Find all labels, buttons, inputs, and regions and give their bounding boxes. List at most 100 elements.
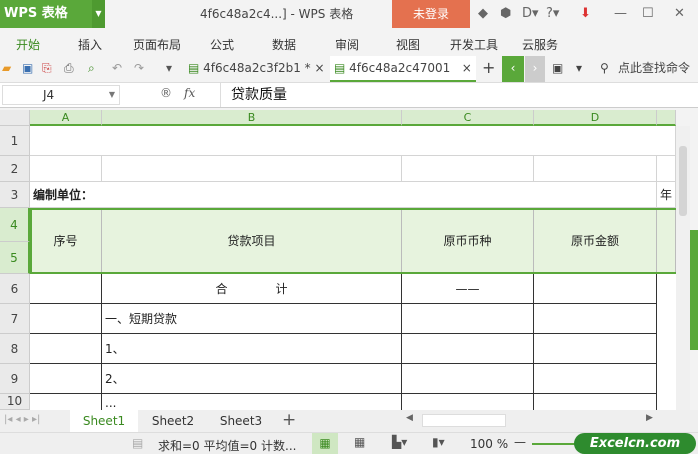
formula-input[interactable]: 贷款质量 (220, 83, 698, 107)
menu-insert[interactable]: 插入 (78, 36, 102, 53)
eye-protect-icon[interactable]: ▮▾ (432, 435, 445, 449)
cell-b10[interactable]: ... (102, 394, 402, 410)
open-icon[interactable]: ▰ (2, 56, 11, 82)
header-loan-item[interactable]: 贷款项目 (102, 208, 402, 274)
col-header-c[interactable]: C (402, 110, 534, 126)
header-currency[interactable]: 原币币种 (402, 208, 534, 274)
header-amount[interactable]: 原币金额 (534, 208, 657, 274)
redo-icon[interactable]: ↷ (134, 56, 144, 82)
side-panel-toggle[interactable] (690, 230, 698, 350)
cell[interactable] (534, 364, 657, 394)
cell[interactable] (30, 304, 102, 334)
col-header-d[interactable]: D (534, 110, 657, 126)
scroll-thumb[interactable] (679, 146, 687, 216)
print-preview-icon[interactable]: ⌕ (88, 56, 95, 82)
name-box[interactable]: J4 ▼ (2, 85, 120, 105)
add-sheet-icon[interactable]: + (282, 410, 296, 430)
download-icon[interactable]: ⬇ (580, 6, 591, 21)
print-icon[interactable]: ⎙ (64, 56, 74, 82)
header-seq[interactable]: 序号 (30, 208, 102, 274)
cell[interactable] (30, 274, 102, 304)
menu-page-layout[interactable]: 页面布局 (133, 36, 181, 53)
cell-e3[interactable]: 年 (657, 182, 676, 208)
row-header[interactable]: 4 (0, 208, 30, 242)
cell[interactable] (534, 156, 657, 182)
cell[interactable] (534, 304, 657, 334)
cell-b8[interactable]: 1、 (102, 334, 402, 364)
undo-icon[interactable]: ↶ (112, 56, 122, 82)
row-header[interactable]: 2 (0, 156, 30, 182)
row-header[interactable]: 10 (0, 394, 30, 410)
horizontal-scrollbar[interactable]: ◀ ▶ (400, 413, 668, 429)
minimize-icon[interactable]: — (614, 6, 627, 21)
cell[interactable] (657, 208, 676, 274)
scroll-thumb[interactable] (422, 414, 506, 427)
cell-b9[interactable]: 2、 (102, 364, 402, 394)
cell-a3[interactable]: 编制单位： (30, 182, 657, 208)
row-header[interactable]: 8 (0, 334, 30, 364)
menu-data[interactable]: 数据 (272, 36, 296, 53)
col-header-e[interactable] (657, 110, 676, 126)
chevron-down-icon[interactable]: ▼ (109, 86, 115, 104)
feedback-icon[interactable]: D▾ (522, 6, 539, 21)
menu-cloud[interactable]: 云服务 (522, 36, 558, 53)
tab-next-icon[interactable]: › (525, 56, 545, 82)
menu-home[interactable]: 开始 (16, 36, 40, 53)
menu-developer[interactable]: 开发工具 (450, 36, 498, 53)
settings-icon[interactable]: ⬢ (500, 6, 511, 21)
sheet-tab-2[interactable]: Sheet2 (140, 410, 206, 432)
cell[interactable] (30, 334, 102, 364)
zoom-formula-icon[interactable]: ® (160, 86, 172, 100)
menu-view[interactable]: 视图 (396, 36, 420, 53)
scroll-right-icon[interactable]: ▶ (646, 413, 653, 423)
close-tab-icon[interactable]: × (315, 61, 325, 75)
doc-tab-2[interactable]: ▤ 4f6c48a2c47001 × (330, 56, 476, 82)
more-dropdown-icon[interactable]: ▾ (166, 56, 172, 82)
zoom-level[interactable]: 100 % (470, 437, 508, 451)
filter-icon[interactable]: ▾ (576, 56, 582, 82)
new-tab-icon[interactable]: + (482, 56, 495, 82)
search-icon[interactable]: ⚲ (600, 56, 609, 82)
row-header[interactable]: 3 (0, 182, 30, 208)
doc-tab-1[interactable]: ▤ 4f6c48a2c3f2b1 * × (188, 56, 328, 82)
vertical-scrollbar[interactable] (676, 126, 690, 410)
cell[interactable] (402, 304, 534, 334)
maximize-icon[interactable]: ☐ (642, 6, 654, 21)
menu-review[interactable]: 审阅 (335, 36, 359, 53)
col-header-b[interactable]: B (102, 110, 402, 126)
cell-row1[interactable] (30, 126, 676, 156)
app-menu-button[interactable]: WPS 表格 (0, 0, 92, 28)
cell[interactable] (402, 156, 534, 182)
layout-icon[interactable]: ▙▾ (392, 435, 407, 449)
close-icon[interactable]: ✕ (674, 6, 685, 21)
sheet-tab-3[interactable]: Sheet3 (208, 410, 274, 432)
skin-icon[interactable]: ◆ (478, 6, 488, 21)
spreadsheet-grid[interactable]: A B C D 1 2 3 4 5 6 7 8 9 10 编制单位： 年 序号 … (0, 110, 676, 410)
cell-b6[interactable]: 合 计 (102, 274, 402, 304)
save-icon[interactable]: ▣ (22, 56, 33, 82)
cell[interactable] (402, 394, 534, 410)
screen-icon[interactable]: ▣ (552, 56, 563, 82)
zoom-out-icon[interactable]: — (514, 435, 526, 449)
row-header[interactable]: 9 (0, 364, 30, 394)
login-button[interactable]: 未登录 (392, 0, 470, 28)
col-header-a[interactable]: A (30, 110, 102, 126)
row-header[interactable]: 1 (0, 126, 30, 156)
cell[interactable] (534, 274, 657, 304)
cell[interactable] (657, 156, 676, 182)
help-icon[interactable]: ?▾ (546, 6, 559, 21)
fx-icon[interactable]: fx (184, 86, 195, 100)
cell[interactable] (30, 394, 102, 410)
cell[interactable] (402, 334, 534, 364)
cell-c6[interactable]: —— (402, 274, 534, 304)
cell[interactable] (402, 364, 534, 394)
cell[interactable] (30, 364, 102, 394)
scroll-left-icon[interactable]: ◀ (406, 413, 413, 423)
row-header[interactable]: 6 (0, 274, 30, 304)
sheet-nav-icon[interactable]: |◂ ◂ ▸ ▸| (4, 414, 40, 425)
tab-prev-icon[interactable]: ‹ (502, 56, 524, 82)
close-tab-icon[interactable]: × (462, 61, 472, 75)
cell-b7[interactable]: 一、短期贷款 (102, 304, 402, 334)
menu-formula[interactable]: 公式 (210, 36, 234, 53)
cell[interactable] (102, 156, 402, 182)
